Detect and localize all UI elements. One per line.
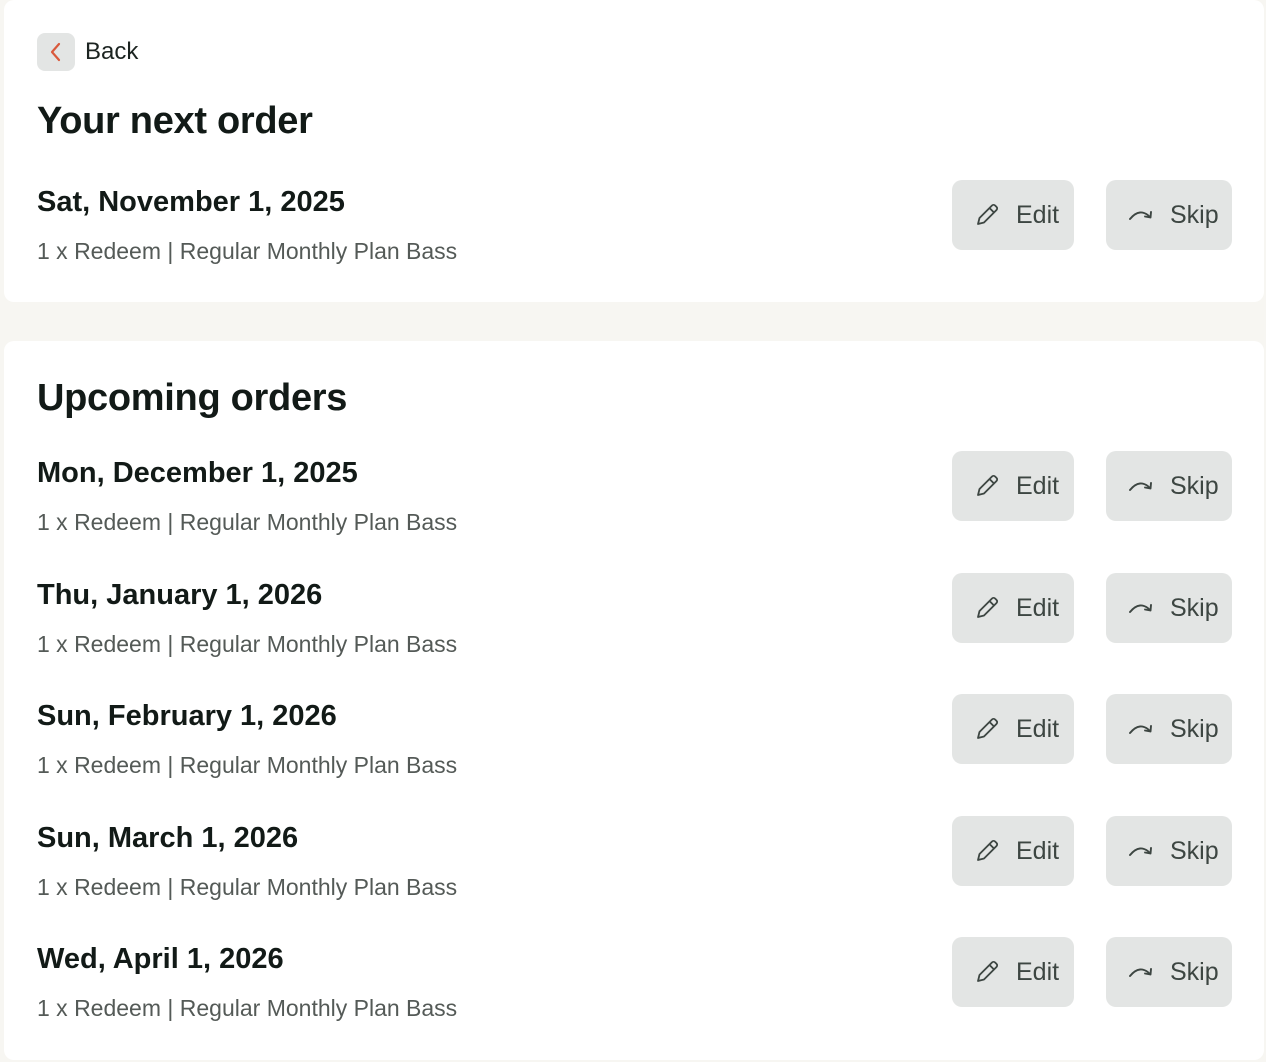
- order-date: Mon, December 1, 2025: [37, 457, 358, 489]
- edit-button[interactable]: Edit: [952, 816, 1074, 886]
- skip-arrow-icon: [1126, 836, 1156, 866]
- pencil-icon: [972, 471, 1002, 501]
- back-label[interactable]: Back: [85, 38, 138, 66]
- edit-label: Edit: [1016, 714, 1060, 743]
- skip-arrow-icon: [1126, 957, 1156, 987]
- edit-label: Edit: [1016, 593, 1060, 622]
- order-description: 1 x Redeem | Regular Monthly Plan Bass: [37, 238, 458, 264]
- skip-label: Skip: [1170, 957, 1219, 986]
- edit-label: Edit: [1016, 957, 1060, 986]
- next-order-title: Your next order: [37, 100, 313, 142]
- skip-button[interactable]: Skip: [1106, 937, 1232, 1007]
- edit-button[interactable]: Edit: [952, 937, 1074, 1007]
- skip-button[interactable]: Skip: [1106, 694, 1232, 764]
- skip-label: Skip: [1170, 593, 1219, 622]
- upcoming-order-row: Thu, January 1, 2026 1 x Redeem | Regula…: [37, 573, 1232, 657]
- skip-button[interactable]: Skip: [1106, 180, 1232, 250]
- upcoming-orders-card: Upcoming orders Mon, December 1, 2025 1 …: [4, 341, 1264, 1060]
- pencil-icon: [972, 593, 1002, 623]
- next-order-row: Sat, November 1, 2025 1 x Redeem | Regul…: [37, 180, 1232, 264]
- order-description: 1 x Redeem | Regular Monthly Plan Bass: [37, 874, 458, 900]
- skip-label: Skip: [1170, 471, 1219, 500]
- order-date: Sat, November 1, 2025: [37, 186, 345, 218]
- order-description: 1 x Redeem | Regular Monthly Plan Bass: [37, 995, 458, 1021]
- skip-button[interactable]: Skip: [1106, 816, 1232, 886]
- skip-arrow-icon: [1126, 200, 1156, 230]
- order-date: Wed, April 1, 2026: [37, 943, 284, 975]
- order-date: Thu, January 1, 2026: [37, 579, 323, 611]
- pencil-icon: [972, 714, 1002, 744]
- skip-button[interactable]: Skip: [1106, 451, 1232, 521]
- edit-label: Edit: [1016, 836, 1060, 865]
- edit-label: Edit: [1016, 471, 1060, 500]
- skip-arrow-icon: [1126, 471, 1156, 501]
- pencil-icon: [972, 200, 1002, 230]
- order-date: Sun, February 1, 2026: [37, 700, 337, 732]
- skip-label: Skip: [1170, 714, 1219, 743]
- edit-label: Edit: [1016, 200, 1060, 229]
- order-description: 1 x Redeem | Regular Monthly Plan Bass: [37, 509, 458, 535]
- edit-button[interactable]: Edit: [952, 694, 1074, 764]
- order-date: Sun, March 1, 2026: [37, 822, 299, 854]
- upcoming-order-row: Sun, March 1, 2026 1 x Redeem | Regular …: [37, 816, 1232, 900]
- order-description: 1 x Redeem | Regular Monthly Plan Bass: [37, 752, 458, 778]
- upcoming-order-row: Sun, February 1, 2026 1 x Redeem | Regul…: [37, 694, 1232, 778]
- edit-button[interactable]: Edit: [952, 180, 1074, 250]
- skip-label: Skip: [1170, 836, 1219, 865]
- next-order-card: Back Your next order Sat, November 1, 20…: [4, 0, 1264, 302]
- skip-arrow-icon: [1126, 714, 1156, 744]
- order-description: 1 x Redeem | Regular Monthly Plan Bass: [37, 631, 458, 657]
- pencil-icon: [972, 836, 1002, 866]
- chevron-left-icon[interactable]: [37, 33, 75, 71]
- skip-label: Skip: [1170, 200, 1219, 229]
- edit-button[interactable]: Edit: [952, 573, 1074, 643]
- pencil-icon: [972, 957, 1002, 987]
- upcoming-order-row: Mon, December 1, 2025 1 x Redeem | Regul…: [37, 451, 1232, 535]
- skip-button[interactable]: Skip: [1106, 573, 1232, 643]
- upcoming-order-row: Wed, April 1, 2026 1 x Redeem | Regular …: [37, 937, 1232, 1021]
- edit-button[interactable]: Edit: [952, 451, 1074, 521]
- skip-arrow-icon: [1126, 593, 1156, 623]
- upcoming-orders-title: Upcoming orders: [37, 377, 348, 419]
- back-button[interactable]: Back: [37, 33, 138, 71]
